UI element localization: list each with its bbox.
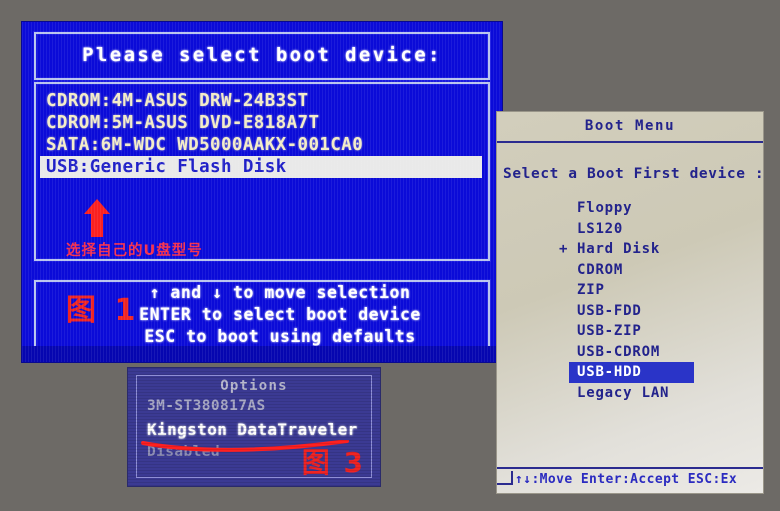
options-item-hdd[interactable]: 3M-ST380817AS — [147, 398, 266, 414]
options-popup-frame: Options 3M-ST380817AS Kingston DataTrave… — [136, 375, 372, 478]
boot-menu-item-cdrom[interactable]: CDROM — [571, 260, 694, 281]
boot-menu-item-hard-disk[interactable]: + Hard Disk — [559, 239, 694, 260]
boot-menu-item-usb-hdd-selected[interactable]: USB-HDD — [569, 362, 694, 383]
options-popup-title: Options — [220, 378, 288, 394]
boot-menu-item-zip[interactable]: ZIP — [571, 280, 694, 301]
boot-menu-prompt: Select a Boot First device : — [503, 166, 763, 182]
list-item[interactable]: CDROM:4M-ASUS DRW-24B3ST — [44, 90, 488, 112]
boot-menu-item-label: Legacy LAN — [577, 384, 670, 401]
boot-menu-item-label: USB-ZIP — [577, 323, 642, 339]
figure-label-1: 图 1 — [66, 293, 140, 328]
boot-menu-item-label: USB-HDD — [577, 364, 642, 380]
boot-menu-item-legacy-lan[interactable]: Legacy LAN — [571, 383, 694, 404]
boot-menu-panel: Boot Menu Select a Boot First device : F… — [497, 112, 763, 493]
figure-label-3: 图 3 — [301, 446, 365, 479]
boot-menu-item-usb-fdd[interactable]: USB-FDD — [571, 301, 694, 322]
boot-menu-title: Boot Menu — [584, 118, 676, 134]
status-bar-keys: ↑↓:Move Enter:Accept ESC:Ex — [515, 472, 738, 487]
panel1-bottom-bar — [22, 346, 502, 362]
boot-menu-list: Floppy LS120 + Hard Disk CDROM ZIP USB-F… — [559, 198, 694, 404]
corner-rule-icon — [497, 471, 513, 485]
boot-menu-item-ls120[interactable]: LS120 — [571, 219, 694, 240]
boot-menu-item-label: Floppy — [577, 200, 633, 216]
help-line-esc: ESC to boot using defaults — [144, 327, 416, 346]
boot-menu-item-label: ZIP — [577, 282, 605, 298]
boot-menu-status-bar: ↑↓:Move Enter:Accept ESC:Ex — [497, 467, 763, 493]
screenshot-root: Please select boot device: CDROM:4M-ASUS… — [0, 0, 780, 511]
boot-menu-title-bar: Boot Menu — [497, 112, 763, 143]
boot-device-popup-header: Please select boot device: — [34, 32, 490, 80]
boot-device-popup: Please select boot device: CDROM:4M-ASUS… — [22, 22, 502, 362]
list-item[interactable]: CDROM:5M-ASUS DVD-E818A7T — [44, 112, 488, 134]
boot-menu-item-label: Hard Disk — [577, 241, 661, 257]
options-item-kingston-selected[interactable]: Kingston DataTraveler — [147, 420, 358, 439]
boot-menu-item-usb-cdrom[interactable]: USB-CDROM — [571, 342, 694, 363]
item-marker-plus: + — [559, 241, 569, 257]
list-item[interactable]: SATA:6M-WDC WD5000AAKX-001CA0 — [44, 134, 488, 156]
boot-menu-item-label: USB-CDROM — [577, 343, 661, 360]
boot-menu-item-label: USB-FDD — [577, 302, 642, 319]
page-title: Please select boot device: — [82, 44, 442, 66]
boot-menu-item-usb-zip[interactable]: USB-ZIP — [571, 321, 694, 342]
boot-menu-item-label: CDROM — [577, 261, 624, 278]
boot-menu-item-floppy[interactable]: Floppy — [571, 198, 694, 219]
boot-menu-item-label: LS120 — [577, 220, 624, 237]
list-item-selected[interactable]: USB:Generic Flash Disk — [40, 156, 482, 178]
options-popup: Options 3M-ST380817AS Kingston DataTrave… — [128, 368, 380, 486]
annotation-select-your-usb-model: 选择自己的U盘型号 — [66, 243, 203, 259]
